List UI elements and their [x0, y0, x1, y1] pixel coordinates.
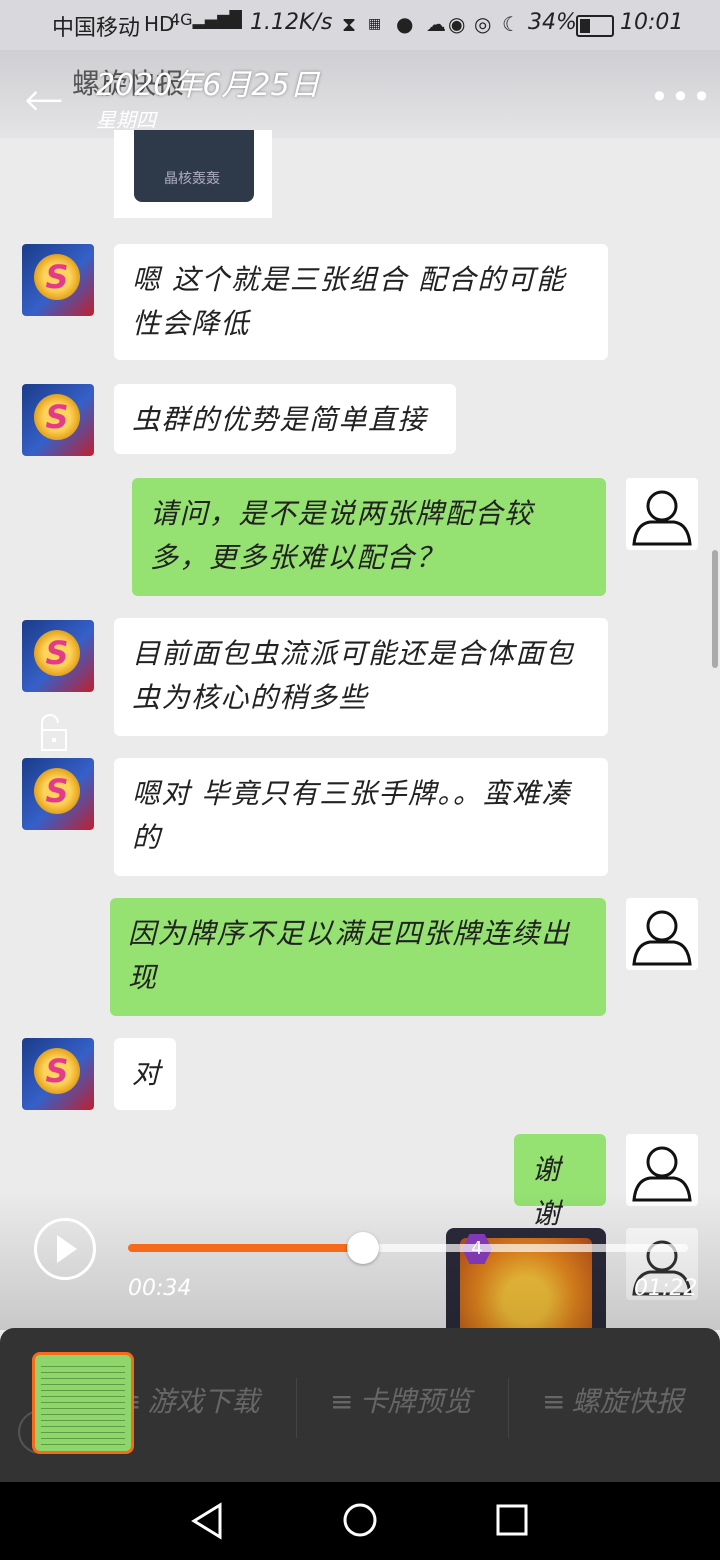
image-message[interactable]: 晶核轰轰: [114, 130, 272, 218]
nav-home-icon[interactable]: [342, 1502, 378, 1538]
floating-window-thumbnail[interactable]: [32, 1352, 134, 1454]
status-bar: 中国移动 HD 4G▂▄▆█ ◠ 1.12K/s ⧗ ▦ ● ☁ ◉ ◎ ☾ 3…: [0, 0, 720, 50]
more-options-icon[interactable]: • • •: [650, 78, 711, 116]
back-arrow-icon[interactable]: ←: [24, 72, 64, 128]
nav-back-icon[interactable]: [190, 1502, 224, 1540]
message-bubble-right: 请问，是不是说两张牌配合较多，更多张难以配合？: [132, 478, 606, 596]
carrier-label: 中国移动: [52, 16, 141, 41]
unlock-icon[interactable]: [36, 714, 70, 752]
battery-icon: [576, 15, 614, 37]
nfc-icon: ◉: [448, 12, 466, 36]
wifi-icon: ◠: [216, 12, 234, 36]
play-button[interactable]: [34, 1218, 96, 1280]
video-date: 2020年6月25日: [96, 68, 320, 103]
current-time: 00:34: [128, 1276, 192, 1301]
eye-icon: ◎: [474, 12, 492, 36]
message-bubble-left: 对: [114, 1038, 176, 1110]
person-icon: [632, 910, 692, 966]
seek-bar[interactable]: [128, 1244, 688, 1252]
seek-progress: [128, 1244, 364, 1252]
clock: 10:01: [620, 10, 684, 35]
menu-icon: ≡: [542, 1385, 566, 1418]
contact-avatar[interactable]: S: [22, 1038, 94, 1110]
user-avatar[interactable]: [626, 898, 698, 970]
total-time: 01:22: [634, 1276, 698, 1301]
message-bubble-right: 因为牌序不足以满足四张牌连续出现: [110, 898, 606, 1016]
user-avatar[interactable]: [626, 478, 698, 550]
battery-percent: 34%: [528, 10, 577, 35]
moon-icon: ☾: [502, 12, 520, 36]
person-icon: [632, 490, 692, 546]
scrollbar[interactable]: [712, 550, 718, 668]
qr-icon: ▦: [368, 16, 382, 32]
menu-icon: ≡: [330, 1385, 354, 1418]
hourglass-icon: ⧗: [342, 12, 357, 36]
image-caption: 晶核轰轰: [164, 171, 220, 187]
message-bubble-left: 虫群的优势是简单直接: [114, 384, 456, 454]
message-bubble-left: 嗯 这个就是三张组合 配合的可能性会降低: [114, 244, 608, 360]
cloud-icon: ☁: [426, 12, 446, 36]
tab-game-download[interactable]: ≡游戏下载: [118, 1380, 259, 1420]
video-weekday: 星期四: [96, 108, 156, 132]
message-bubble-left: 目前面包虫流派可能还是合体面包虫为核心的稍多些: [114, 618, 608, 736]
message-bubble-left: 嗯对 毕竟只有三张手牌。。蛮难凑的: [114, 758, 608, 876]
tab-card-preview[interactable]: ≡ 卡牌预览: [330, 1380, 471, 1420]
contact-avatar[interactable]: S: [22, 384, 94, 456]
contact-avatar[interactable]: S: [22, 244, 94, 316]
system-nav-bar: [0, 1482, 720, 1560]
net-speed: 1.12K/s: [250, 10, 333, 35]
play-icon: [57, 1235, 77, 1263]
contact-avatar[interactable]: S: [22, 758, 94, 830]
message-icon: ●: [396, 12, 414, 36]
nav-recents-icon[interactable]: [496, 1504, 528, 1536]
tab-spiral-news[interactable]: ≡ 螺旋快报: [542, 1380, 683, 1420]
seek-handle[interactable]: [347, 1232, 380, 1264]
contact-avatar[interactable]: S: [22, 620, 94, 692]
